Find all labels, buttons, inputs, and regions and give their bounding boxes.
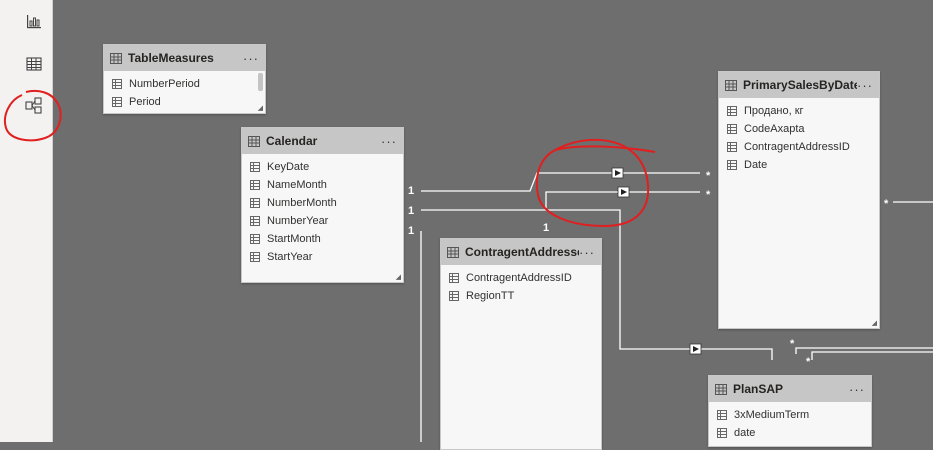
table-card-tablemeasures[interactable]: TableMeasures ··· NumberPeriod Period ◢ (103, 44, 266, 114)
rel-line-primary-plansap (795, 347, 933, 354)
field-row[interactable]: Продано, кг (719, 102, 879, 120)
field-name: ContragentAddressID (466, 272, 572, 284)
cardinality-many: * (806, 356, 811, 368)
field-icon (250, 234, 260, 244)
field-row[interactable]: ContragentAddressID (719, 138, 879, 156)
field-icon (717, 428, 727, 438)
field-name: ContragentAddressID (744, 141, 850, 153)
more-options-button[interactable]: ··· (857, 78, 873, 93)
cardinality-one: 1 (408, 225, 415, 237)
field-row[interactable]: CodeAxapta (719, 120, 879, 138)
more-options-button[interactable]: ··· (579, 245, 595, 260)
field-icon (449, 273, 459, 283)
rel-line-calendar-primary (421, 172, 700, 192)
cardinality-one: 1 (543, 222, 550, 234)
field-row[interactable]: Period (104, 93, 265, 111)
table-card-plansap[interactable]: PlanSAP ··· 3xMediumTerm date (708, 375, 872, 447)
cardinality-one: 1 (408, 185, 415, 197)
field-icon (250, 180, 260, 190)
table-card-contragentaddresses[interactable]: ContragentAddresses ··· ContragentAddres… (440, 238, 602, 450)
direction-arrow-1 (611, 167, 624, 179)
field-icon (112, 97, 122, 107)
table-card-primarysalesbydate[interactable]: PrimarySalesByDate ··· Продано, кг CodeA… (718, 71, 880, 329)
rel-line-plansap-right (811, 351, 933, 360)
field-row[interactable]: Date (719, 156, 879, 174)
direction-arrow-3 (689, 343, 702, 355)
field-name: CodeAxapta (744, 123, 805, 135)
table-header[interactable]: PrimarySalesByDate ··· (719, 72, 879, 98)
table-icon (715, 383, 727, 395)
table-title: PlanSAP (733, 382, 784, 396)
resize-handle[interactable]: ◢ (258, 104, 263, 112)
field-name: NumberYear (267, 215, 329, 227)
field-name: StartMonth (267, 233, 321, 245)
field-icon (250, 216, 260, 226)
field-name: Period (129, 96, 161, 108)
table-card-calendar[interactable]: Calendar ··· KeyDate NameMonth NumberMon… (241, 127, 404, 283)
table-header[interactable]: TableMeasures ··· (104, 45, 265, 71)
field-row[interactable]: ContragentAddressID (441, 269, 601, 287)
cardinality-many: * (884, 198, 889, 210)
more-options-button[interactable]: ··· (849, 382, 865, 397)
field-icon (449, 291, 459, 301)
table-header[interactable]: ContragentAddresses ··· (441, 239, 601, 265)
field-icon (250, 162, 260, 172)
table-icon (725, 79, 737, 91)
cardinality-many: * (706, 170, 711, 182)
field-row[interactable]: 3xMediumTerm (709, 406, 871, 424)
field-row[interactable]: date (709, 424, 871, 442)
resize-handle[interactable]: ◢ (396, 273, 401, 281)
field-icon (727, 106, 737, 116)
field-row[interactable]: StartYear (242, 248, 403, 266)
table-header[interactable]: Calendar ··· (242, 128, 403, 154)
field-name: NumberPeriod (129, 78, 200, 90)
field-name: KeyDate (267, 161, 310, 173)
field-name: date (734, 427, 756, 439)
field-icon (112, 79, 122, 89)
table-title: TableMeasures (128, 51, 214, 65)
table-header[interactable]: PlanSAP ··· (709, 376, 871, 402)
field-name: NumberMonth (267, 197, 337, 209)
table-title: Calendar (266, 134, 318, 148)
table-title: ContragentAddresses (465, 245, 579, 259)
cardinality-many: * (706, 189, 711, 201)
field-icon (727, 142, 737, 152)
cardinality-one: 1 (408, 205, 415, 217)
field-icon (717, 410, 727, 420)
table-icon (447, 246, 459, 258)
resize-handle[interactable]: ◢ (872, 319, 877, 327)
field-name: Date (744, 159, 768, 171)
more-options-button[interactable]: ··· (243, 51, 259, 66)
field-row[interactable]: NumberYear (242, 212, 403, 230)
field-icon (250, 198, 260, 208)
field-row[interactable]: StartMonth (242, 230, 403, 248)
table-icon (110, 52, 122, 64)
field-row[interactable]: NumberMonth (242, 194, 403, 212)
table-icon (248, 135, 260, 147)
field-name: 3xMediumTerm (734, 409, 810, 421)
more-options-button[interactable]: ··· (381, 134, 397, 149)
field-row[interactable]: KeyDate (242, 158, 403, 176)
field-name: Продано, кг (744, 105, 804, 117)
field-row[interactable]: RegionTT (441, 287, 601, 305)
field-icon (727, 160, 737, 170)
field-name: NameMonth (267, 179, 327, 191)
field-row[interactable]: NameMonth (242, 176, 403, 194)
scrollbar-thumb[interactable] (258, 73, 263, 91)
table-title: PrimarySalesByDate (743, 78, 857, 92)
cardinality-many: * (790, 338, 795, 350)
field-name: StartYear (267, 251, 313, 263)
field-row[interactable]: NumberPeriod (104, 75, 265, 93)
field-icon (250, 252, 260, 262)
field-name: RegionTT (466, 290, 515, 302)
field-icon (727, 124, 737, 134)
direction-arrow-2 (617, 186, 630, 198)
